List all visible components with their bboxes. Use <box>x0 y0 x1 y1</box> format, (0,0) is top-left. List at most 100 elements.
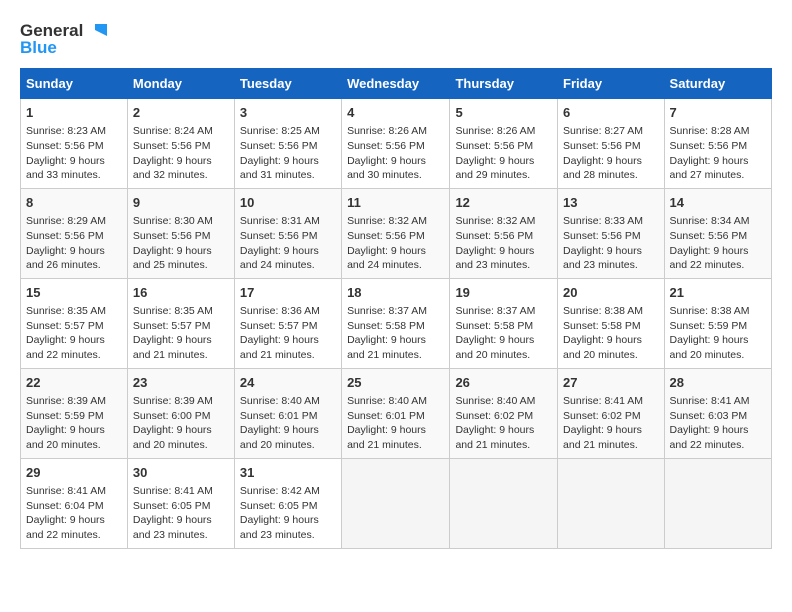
day-number: 4 <box>347 104 444 122</box>
daylight-text: Daylight: 9 hours and 23 minutes. <box>455 245 534 272</box>
sunset-text: Sunset: 5:56 PM <box>670 140 748 152</box>
calendar-cell: 3Sunrise: 8:25 AMSunset: 5:56 PMDaylight… <box>234 99 341 189</box>
daylight-text: Daylight: 9 hours and 20 minutes. <box>670 334 749 361</box>
daylight-text: Daylight: 9 hours and 22 minutes. <box>670 424 749 451</box>
sunrise-text: Sunrise: 8:33 AM <box>563 215 643 227</box>
daylight-text: Daylight: 9 hours and 20 minutes. <box>455 334 534 361</box>
daylight-text: Daylight: 9 hours and 30 minutes. <box>347 155 426 182</box>
sunrise-text: Sunrise: 8:41 AM <box>26 485 106 497</box>
sunrise-text: Sunrise: 8:34 AM <box>670 215 750 227</box>
daylight-text: Daylight: 9 hours and 25 minutes. <box>133 245 212 272</box>
calendar-cell: 8Sunrise: 8:29 AMSunset: 5:56 PMDaylight… <box>21 188 128 278</box>
day-number: 15 <box>26 284 122 302</box>
calendar-week-row: 15 Sunrise: 8:35 AM Sunset: 5:57 PM Dayligh… <box>21 278 772 368</box>
daylight-text: Daylight: 9 hours and 20 minutes. <box>563 334 642 361</box>
sunset-text: Sunset: 6:00 PM <box>133 410 211 422</box>
sunrise-text: Sunrise: 8:30 AM <box>133 215 213 227</box>
logo-bird-icon <box>85 20 107 42</box>
sunrise-text: Sunrise: 8:41 AM <box>563 395 643 407</box>
calendar-cell: 20Sunrise: 8:38 AMSunset: 5:58 PMDayligh… <box>558 278 665 368</box>
day-number: 25 <box>347 374 444 392</box>
calendar-cell: 14 Sunrise: 8:34 AM Sunset: 5:56 PM Dayligh… <box>664 188 771 278</box>
sunrise-text: Sunrise: 8:39 AM <box>26 395 106 407</box>
sunset-text: Sunset: 5:56 PM <box>563 230 641 242</box>
sunset-text: Sunset: 6:01 PM <box>347 410 425 422</box>
calendar-cell <box>558 458 665 548</box>
calendar-header-row: SundayMondayTuesdayWednesdayThursdayFrid… <box>21 69 772 99</box>
daylight-text: Daylight: 9 hours and 32 minutes. <box>133 155 212 182</box>
sunset-text: Sunset: 5:58 PM <box>347 320 425 332</box>
sunset-text: Sunset: 5:56 PM <box>133 230 211 242</box>
calendar-cell: 21Sunrise: 8:38 AMSunset: 5:59 PMDayligh… <box>664 278 771 368</box>
calendar-cell: 19Sunrise: 8:37 AMSunset: 5:58 PMDayligh… <box>450 278 558 368</box>
calendar-cell: 24Sunrise: 8:40 AMSunset: 6:01 PMDayligh… <box>234 368 341 458</box>
calendar-cell: 31Sunrise: 8:42 AMSunset: 6:05 PMDayligh… <box>234 458 341 548</box>
calendar-cell: 12Sunrise: 8:32 AMSunset: 5:56 PMDayligh… <box>450 188 558 278</box>
sunrise-text: Sunrise: 8:35 AM <box>133 305 213 317</box>
sunset-text: Sunset: 5:56 PM <box>240 230 318 242</box>
calendar-cell: 18Sunrise: 8:37 AMSunset: 5:58 PMDayligh… <box>342 278 450 368</box>
daylight-text: Daylight: 9 hours and 22 minutes. <box>670 245 749 272</box>
day-number: 23 <box>133 374 229 392</box>
daylight-text: Daylight: 9 hours and 28 minutes. <box>563 155 642 182</box>
calendar-cell: 1Sunrise: 8:23 AMSunset: 5:56 PMDaylight… <box>21 99 128 189</box>
day-number: 1 <box>26 104 122 122</box>
sunset-text: Sunset: 5:56 PM <box>670 230 748 242</box>
day-number: 2 <box>133 104 229 122</box>
daylight-text: Daylight: 9 hours and 23 minutes. <box>563 245 642 272</box>
sunset-text: Sunset: 6:05 PM <box>240 500 318 512</box>
day-number: 14 <box>670 194 766 212</box>
calendar-week-row: 8Sunrise: 8:29 AMSunset: 5:56 PMDaylight… <box>21 188 772 278</box>
sunset-text: Sunset: 5:56 PM <box>347 140 425 152</box>
calendar-cell: 16Sunrise: 8:35 AMSunset: 5:57 PMDayligh… <box>127 278 234 368</box>
col-header-tuesday: Tuesday <box>234 69 341 99</box>
sunset-text: Sunset: 5:56 PM <box>563 140 641 152</box>
sunrise-text: Sunrise: 8:40 AM <box>347 395 427 407</box>
calendar-cell: 26Sunrise: 8:40 AMSunset: 6:02 PMDayligh… <box>450 368 558 458</box>
day-number: 22 <box>26 374 122 392</box>
calendar-cell <box>342 458 450 548</box>
day-number: 21 <box>670 284 766 302</box>
sunset-text: Sunset: 6:03 PM <box>670 410 748 422</box>
calendar-cell: 13Sunrise: 8:33 AMSunset: 5:56 PMDayligh… <box>558 188 665 278</box>
daylight-text: Daylight: 9 hours and 27 minutes. <box>670 155 749 182</box>
sunset-text: Sunset: 5:58 PM <box>563 320 641 332</box>
sunset-text: Sunset: 6:02 PM <box>455 410 533 422</box>
sunrise-text: Sunrise: 8:26 AM <box>455 125 535 137</box>
sunrise-text: Sunrise: 8:38 AM <box>670 305 750 317</box>
daylight-text: Daylight: 9 hours and 24 minutes. <box>347 245 426 272</box>
sunrise-text: Sunrise: 8:24 AM <box>133 125 213 137</box>
sunrise-text: Sunrise: 8:28 AM <box>670 125 750 137</box>
sunrise-text: Sunrise: 8:31 AM <box>240 215 320 227</box>
day-number: 31 <box>240 464 336 482</box>
day-number: 17 <box>240 284 336 302</box>
sunset-text: Sunset: 5:57 PM <box>26 320 104 332</box>
sunset-text: Sunset: 5:56 PM <box>26 140 104 152</box>
day-number: 27 <box>563 374 659 392</box>
day-number: 3 <box>240 104 336 122</box>
day-number: 24 <box>240 374 336 392</box>
calendar-cell: 17Sunrise: 8:36 AMSunset: 5:57 PMDayligh… <box>234 278 341 368</box>
calendar-week-row: 22Sunrise: 8:39 AMSunset: 5:59 PMDayligh… <box>21 368 772 458</box>
calendar-week-row: 29Sunrise: 8:41 AMSunset: 6:04 PMDayligh… <box>21 458 772 548</box>
sunset-text: Sunset: 5:56 PM <box>347 230 425 242</box>
calendar-cell: 10Sunrise: 8:31 AMSunset: 5:56 PMDayligh… <box>234 188 341 278</box>
day-number: 20 <box>563 284 659 302</box>
daylight-text: Daylight: 9 hours and 26 minutes. <box>26 245 105 272</box>
calendar-cell: 27Sunrise: 8:41 AMSunset: 6:02 PMDayligh… <box>558 368 665 458</box>
day-number: 6 <box>563 104 659 122</box>
sunset-text: Sunset: 6:01 PM <box>240 410 318 422</box>
col-header-sunday: Sunday <box>21 69 128 99</box>
sunrise-text: Sunrise: 8:37 AM <box>455 305 535 317</box>
sunrise-text: Sunrise: 8:29 AM <box>26 215 106 227</box>
daylight-text: Daylight: 9 hours and 21 minutes. <box>455 424 534 451</box>
sunrise-text: Sunrise: 8:32 AM <box>455 215 535 227</box>
sunrise-text: Sunrise: 8:26 AM <box>347 125 427 137</box>
day-number: 9 <box>133 194 229 212</box>
day-number: 18 <box>347 284 444 302</box>
sunrise-text: Sunrise: 8:39 AM <box>133 395 213 407</box>
daylight-text: Daylight: 9 hours and 20 minutes. <box>26 424 105 451</box>
col-header-wednesday: Wednesday <box>342 69 450 99</box>
day-number: 30 <box>133 464 229 482</box>
calendar-cell: 23Sunrise: 8:39 AMSunset: 6:00 PMDayligh… <box>127 368 234 458</box>
